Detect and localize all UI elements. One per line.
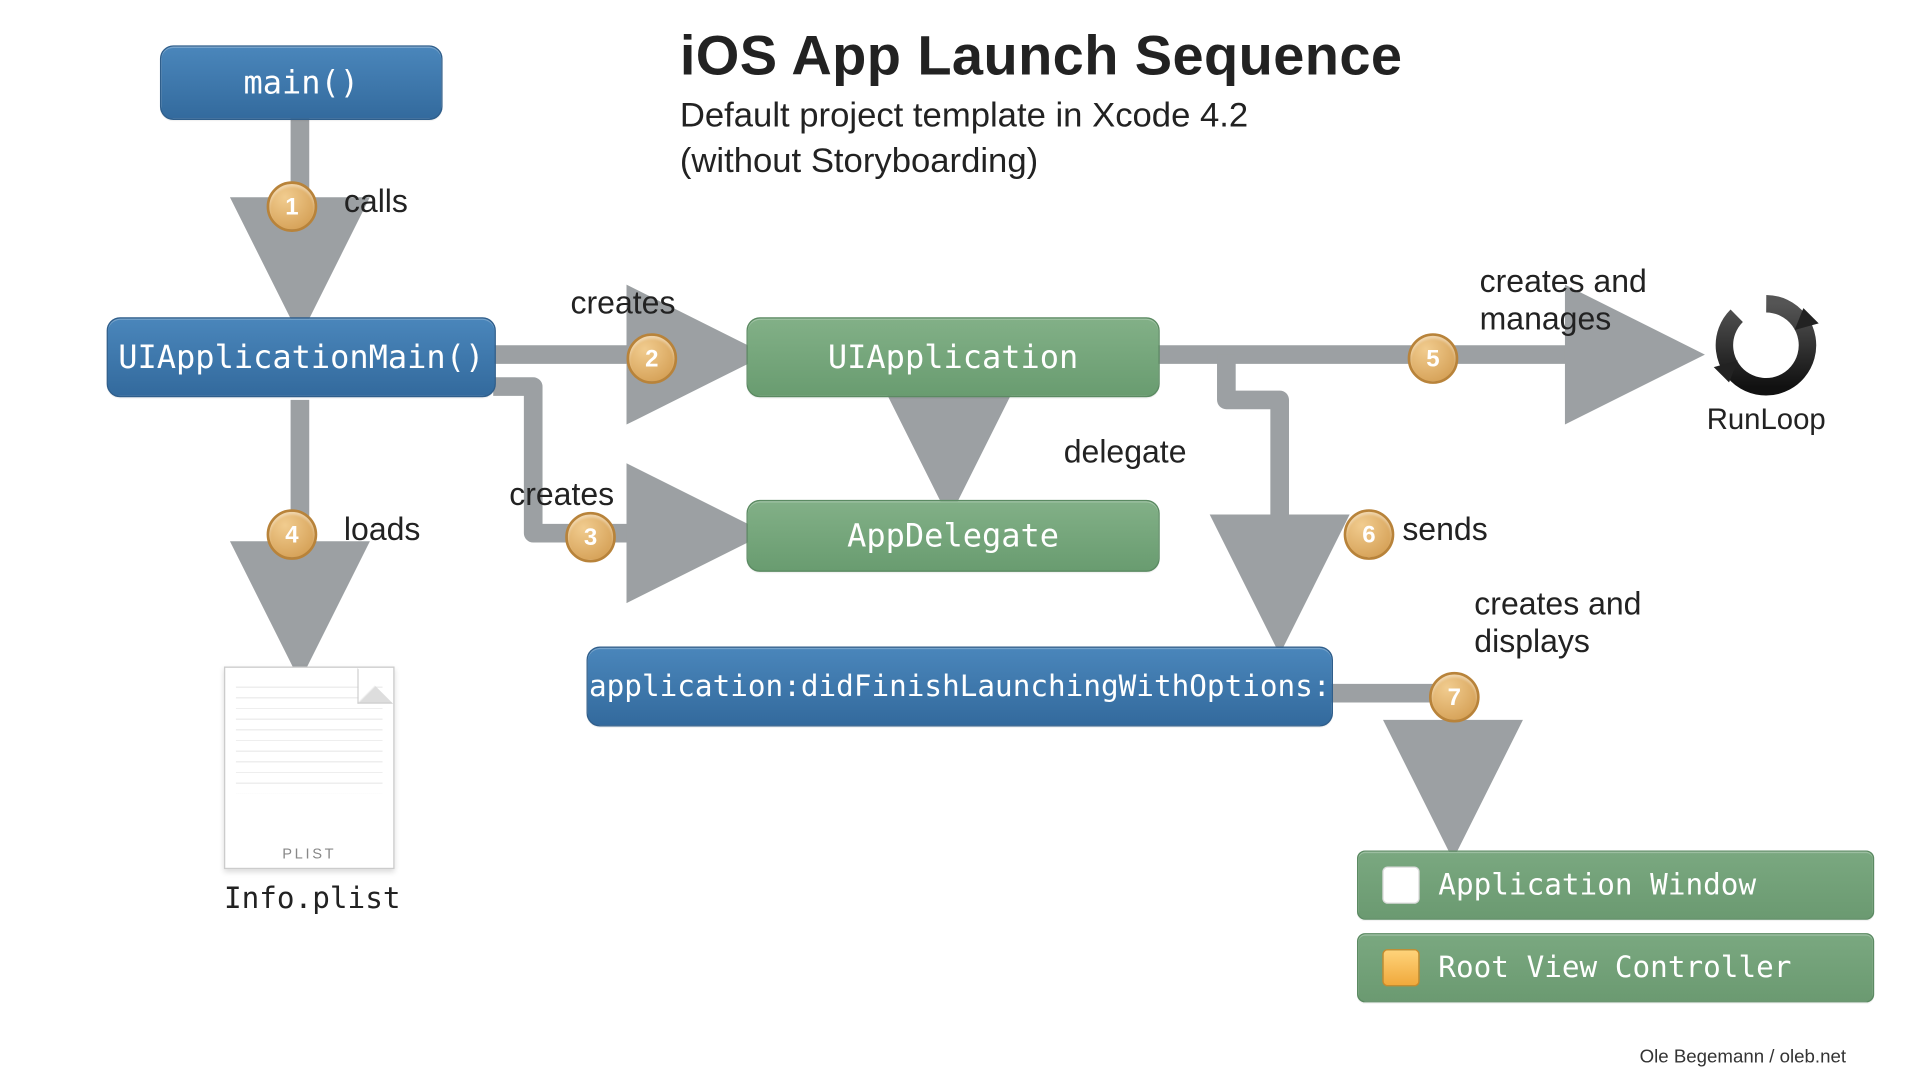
node-didfinishlaunching: application:didFinishLaunchingWithOption… <box>587 647 1333 727</box>
step-badge-2: 2 <box>627 333 678 384</box>
step-badge-3: 3 <box>565 512 616 563</box>
runloop-label: RunLoop <box>1686 403 1846 438</box>
node-application-window: Application Window <box>1357 850 1874 919</box>
label-creates-2: creates <box>571 285 676 322</box>
step-badge-4: 4 <box>267 509 318 560</box>
credit-line: Ole Begemann / oleb.net <box>1640 1045 1846 1066</box>
plist-file-icon: PLIST <box>224 667 395 870</box>
label-creates-displays-1: creates and <box>1474 587 1641 624</box>
node-runloop: RunLoop <box>1686 291 1846 438</box>
step-badge-1: 1 <box>267 181 318 232</box>
runloop-icon <box>1709 291 1824 400</box>
view-controller-icon <box>1382 949 1419 986</box>
step-badge-6: 6 <box>1344 509 1395 560</box>
node-uiapplication: UIApplication <box>746 317 1159 397</box>
node-root-view-controller: Root View Controller <box>1357 933 1874 1002</box>
node-appdelegate: AppDelegate <box>746 500 1159 572</box>
label-creates-manages-1: creates and <box>1480 264 1647 301</box>
diagram-title-block: iOS App Launch Sequence Default project … <box>680 24 1880 183</box>
node-info-plist: PLIST Info.plist <box>224 667 384 916</box>
step-badge-7: 7 <box>1429 672 1480 723</box>
diagram-title: iOS App Launch Sequence <box>680 24 1880 88</box>
node-uiapplicationmain: UIApplicationMain() <box>107 317 496 397</box>
diagram-subtitle: Default project template in Xcode 4.2 (w… <box>680 93 1880 183</box>
label-creates-displays-2: displays <box>1474 624 1590 661</box>
label-calls: calls <box>344 184 408 221</box>
label-loads: loads <box>344 512 420 549</box>
label-delegate: delegate <box>1064 435 1187 472</box>
diagram-canvas: iOS App Launch Sequence Default project … <box>0 0 1920 1080</box>
window-icon <box>1382 866 1419 903</box>
label-sends: sends <box>1402 512 1487 549</box>
label-creates-3: creates <box>509 477 614 514</box>
step-badge-5: 5 <box>1408 333 1459 384</box>
label-creates-manages-2: manages <box>1480 301 1612 338</box>
plist-label: Info.plist <box>224 882 384 915</box>
node-main: main() <box>160 45 443 120</box>
